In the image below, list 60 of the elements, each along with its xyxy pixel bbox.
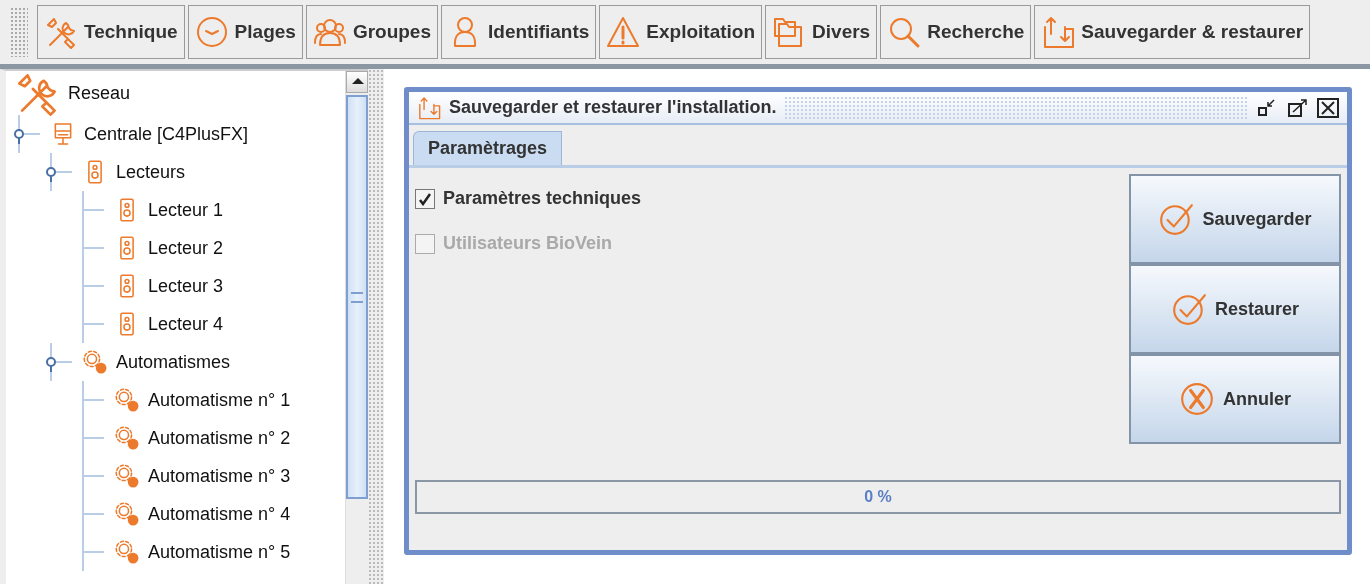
tree-item[interactable]: Lecteur 2: [148, 237, 224, 259]
transfer-icon: [417, 95, 441, 120]
tree-item[interactable]: Lecteur 3: [148, 275, 224, 297]
toolbar-icon: [606, 15, 641, 49]
checkbox-label: Utilisateurs BioVein: [443, 233, 613, 254]
gear-icon: [114, 425, 140, 451]
toolbar-button[interactable]: Technique: [37, 5, 185, 59]
gear-icon: [82, 349, 108, 375]
scroll-up-button[interactable]: [346, 71, 368, 93]
toolbar-button[interactable]: Divers: [765, 5, 878, 59]
tree-connector: [82, 229, 106, 267]
tree-item[interactable]: Lecteur 4: [148, 313, 224, 335]
action-button[interactable]: Annuler: [1129, 354, 1341, 444]
gear-icon: [114, 539, 140, 565]
gear-icon: [114, 463, 140, 489]
gear-icon: [114, 501, 140, 527]
checkbox-label: Paramètres techniques: [443, 188, 642, 209]
gear-icon: [114, 387, 140, 413]
tree-connector: [82, 533, 106, 571]
toolbar-button[interactable]: Groupes: [305, 5, 438, 59]
tree-connector: [82, 495, 106, 533]
tree-item[interactable]: Automatisme n° 1: [148, 389, 291, 411]
cancel-icon: [1179, 381, 1215, 417]
action-button[interactable]: Sauvegarder: [1129, 174, 1341, 264]
checkbox[interactable]: [415, 188, 435, 209]
tree-connector: [82, 191, 106, 229]
tree-connector: [82, 267, 106, 305]
tree-item[interactable]: Automatisme n° 4: [148, 503, 291, 525]
toolbar-icon: [44, 15, 78, 49]
tab[interactable]: Paramètrages: [413, 131, 563, 165]
toolbar-button[interactable]: Plages: [187, 5, 303, 59]
toolbar-button[interactable]: Identifiants: [441, 5, 597, 59]
checkmark-icon: [1170, 291, 1207, 327]
tree-item[interactable]: Reseau: [68, 82, 131, 104]
tree-connector: [82, 305, 106, 343]
toolbar-button[interactable]: Exploitation: [599, 5, 763, 59]
tree-item[interactable]: Lecteurs: [116, 161, 186, 183]
toolbar-icon: [887, 15, 922, 49]
toolbar-icon: [1041, 15, 1076, 49]
toolbar-button[interactable]: Recherche: [880, 5, 1032, 59]
scrollbar[interactable]: [345, 71, 368, 584]
tree-item[interactable]: Automatismes: [116, 351, 231, 373]
tree-item[interactable]: Automatisme n° 2: [148, 427, 291, 449]
tree-connector: [82, 457, 106, 495]
tree-connector: [82, 419, 106, 457]
progress-text: 0 %: [864, 488, 892, 506]
toolbar-button[interactable]: Sauvegarder & restaurer: [1034, 5, 1311, 59]
close-icon[interactable]: [1317, 97, 1339, 118]
checkmark-icon: [1158, 201, 1195, 237]
maximize-icon[interactable]: [1287, 97, 1309, 118]
action-button[interactable]: Restaurer: [1129, 264, 1341, 354]
tree-connector: [82, 381, 106, 419]
toolbar-icon: [194, 15, 229, 49]
dialog-title: Sauvegarder et restaurer l'installation.: [449, 97, 777, 118]
toolbar-grip[interactable]: [10, 7, 28, 57]
tree-item[interactable]: Centrale [C4PlusFX]: [84, 123, 249, 145]
scroll-thumb[interactable]: [346, 95, 368, 499]
tree-item[interactable]: Automatisme n° 5: [148, 541, 291, 563]
tree-item[interactable]: Automatisme n° 3: [148, 465, 291, 487]
tree-item[interactable]: Lecteur 1: [148, 199, 224, 221]
